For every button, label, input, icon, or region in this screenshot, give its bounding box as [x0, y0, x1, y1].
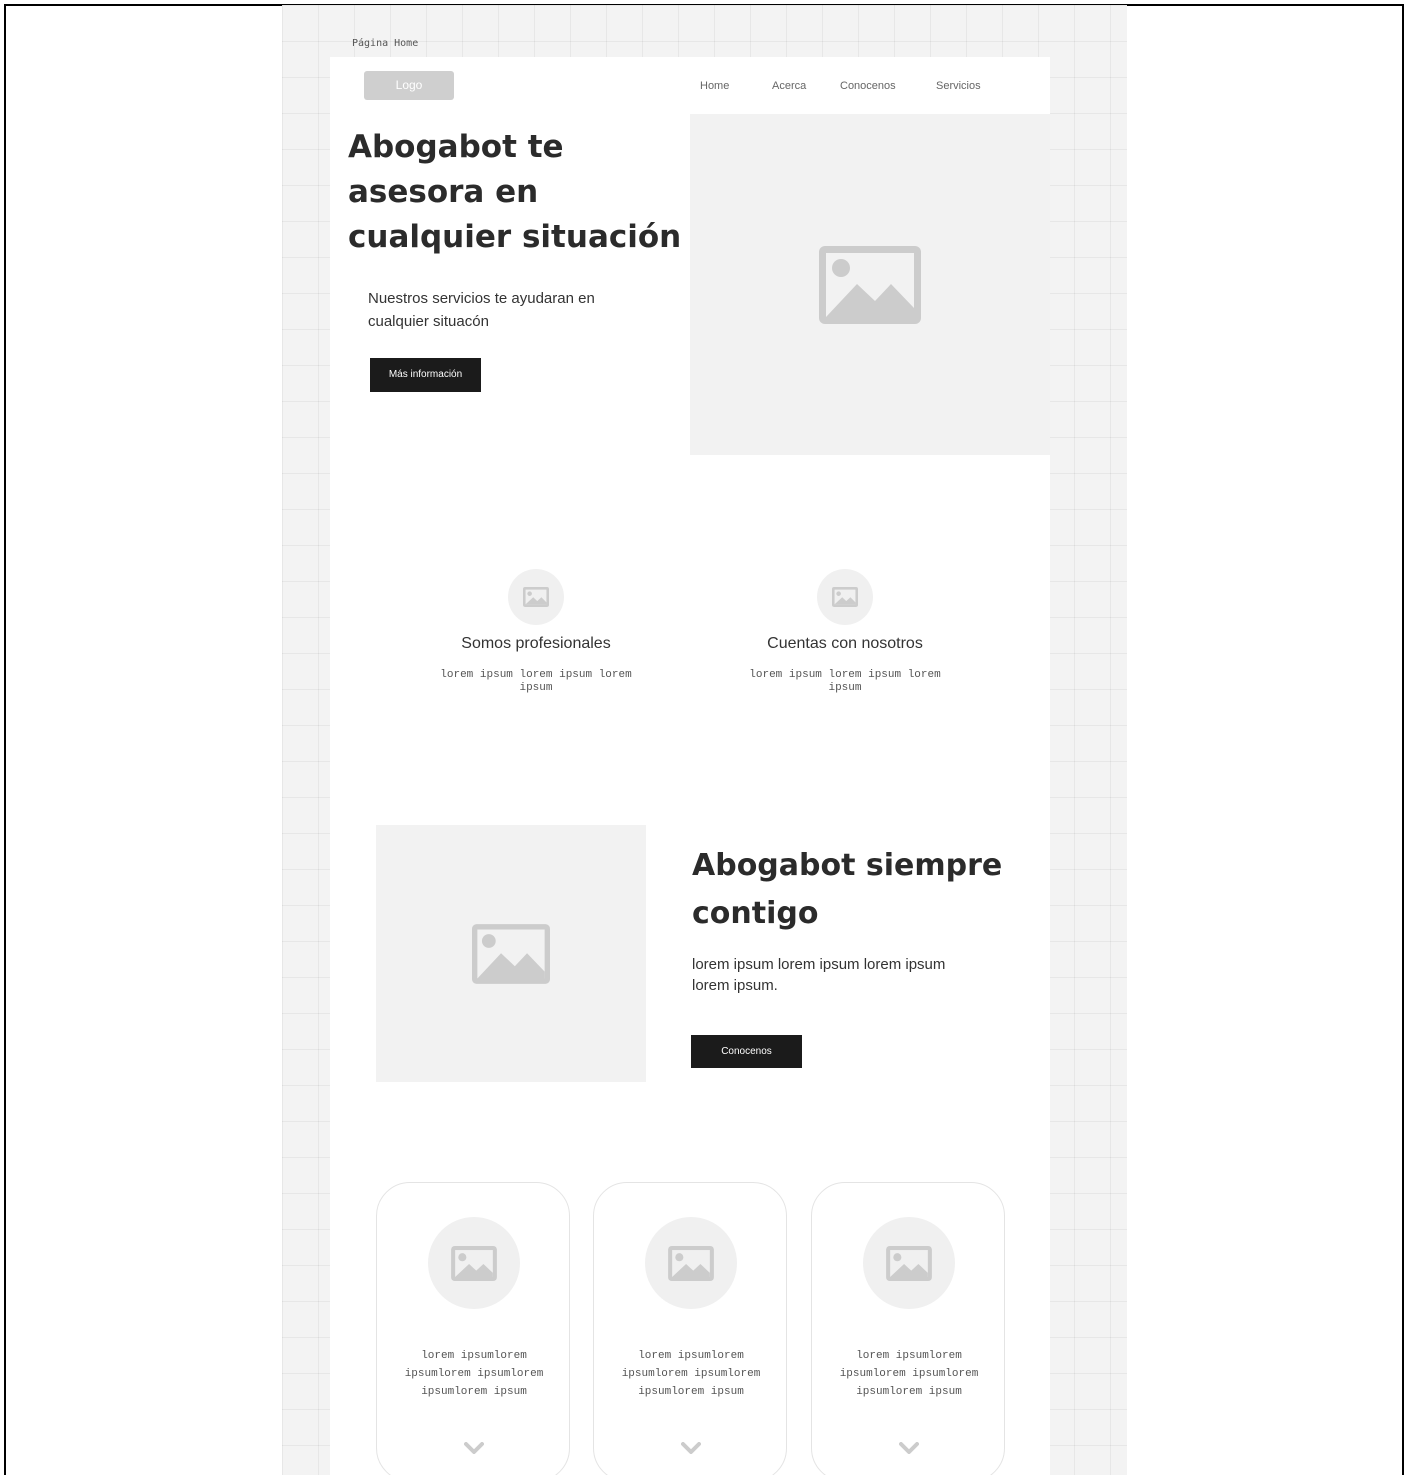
hero-subtitle: Nuestros servicios te ayudaran en cualqu… — [368, 290, 595, 330]
card-icon-1 — [428, 1217, 520, 1309]
home-page: Logo Home Acerca Conocenos Servicios Abo… — [330, 57, 1050, 1475]
hero-title: Abogabot te asesora en cualquier situaci… — [348, 129, 682, 255]
chevron-down-icon[interactable] — [897, 1438, 921, 1458]
feature-title-1: Somos profesionales — [461, 635, 611, 652]
card-text-3: lorem ipsumlorem ipsumlorem ipsumlorem i… — [839, 1350, 979, 1398]
logo[interactable]: Logo — [364, 71, 454, 100]
nav-conocenos[interactable]: Conocenos — [840, 80, 896, 92]
card-icon-3 — [863, 1217, 955, 1309]
nav-home[interactable]: Home — [700, 80, 729, 92]
feature-text-2: lorem ipsum lorem ipsum lorem ipsum — [749, 669, 941, 694]
service-card-3[interactable]: lorem ipsumlorem ipsumlorem ipsumlorem i… — [811, 1182, 1005, 1475]
feature-icon-2 — [817, 569, 873, 625]
image-icon — [819, 245, 921, 324]
nav-servicios[interactable]: Servicios — [936, 80, 981, 92]
service-card-1[interactable]: lorem ipsumlorem ipsumlorem ipsumlorem i… — [376, 1182, 570, 1475]
frame-label: Página Home — [352, 38, 419, 49]
feature-text-1: lorem ipsum lorem ipsum lorem ipsum — [440, 669, 632, 694]
image-icon — [523, 587, 549, 607]
image-icon — [451, 1245, 497, 1281]
service-card-2[interactable]: lorem ipsumlorem ipsumlorem ipsumlorem i… — [593, 1182, 787, 1475]
image-icon — [886, 1245, 932, 1281]
more-info-button[interactable]: Más información — [370, 358, 481, 392]
image-icon — [832, 587, 858, 607]
card-text-1: lorem ipsumlorem ipsumlorem ipsumlorem i… — [404, 1350, 544, 1398]
feature-title-2: Cuentas con nosotros — [767, 635, 923, 652]
card-icon-2 — [645, 1217, 737, 1309]
hero-image — [690, 114, 1050, 455]
card-text-2: lorem ipsumlorem ipsumlorem ipsumlorem i… — [621, 1350, 761, 1398]
feature-icon-1 — [508, 569, 564, 625]
conocenos-button[interactable]: Conocenos — [691, 1035, 802, 1068]
section2-image — [376, 825, 646, 1082]
image-icon — [668, 1245, 714, 1281]
section2-title: Abogabot siempre contigo — [692, 848, 1003, 931]
image-icon — [472, 923, 550, 984]
chevron-down-icon[interactable] — [679, 1438, 703, 1458]
chevron-down-icon[interactable] — [462, 1438, 486, 1458]
section2-text: lorem ipsum lorem ipsum lorem ipsum lore… — [692, 956, 946, 994]
nav-acerca[interactable]: Acerca — [772, 80, 806, 92]
